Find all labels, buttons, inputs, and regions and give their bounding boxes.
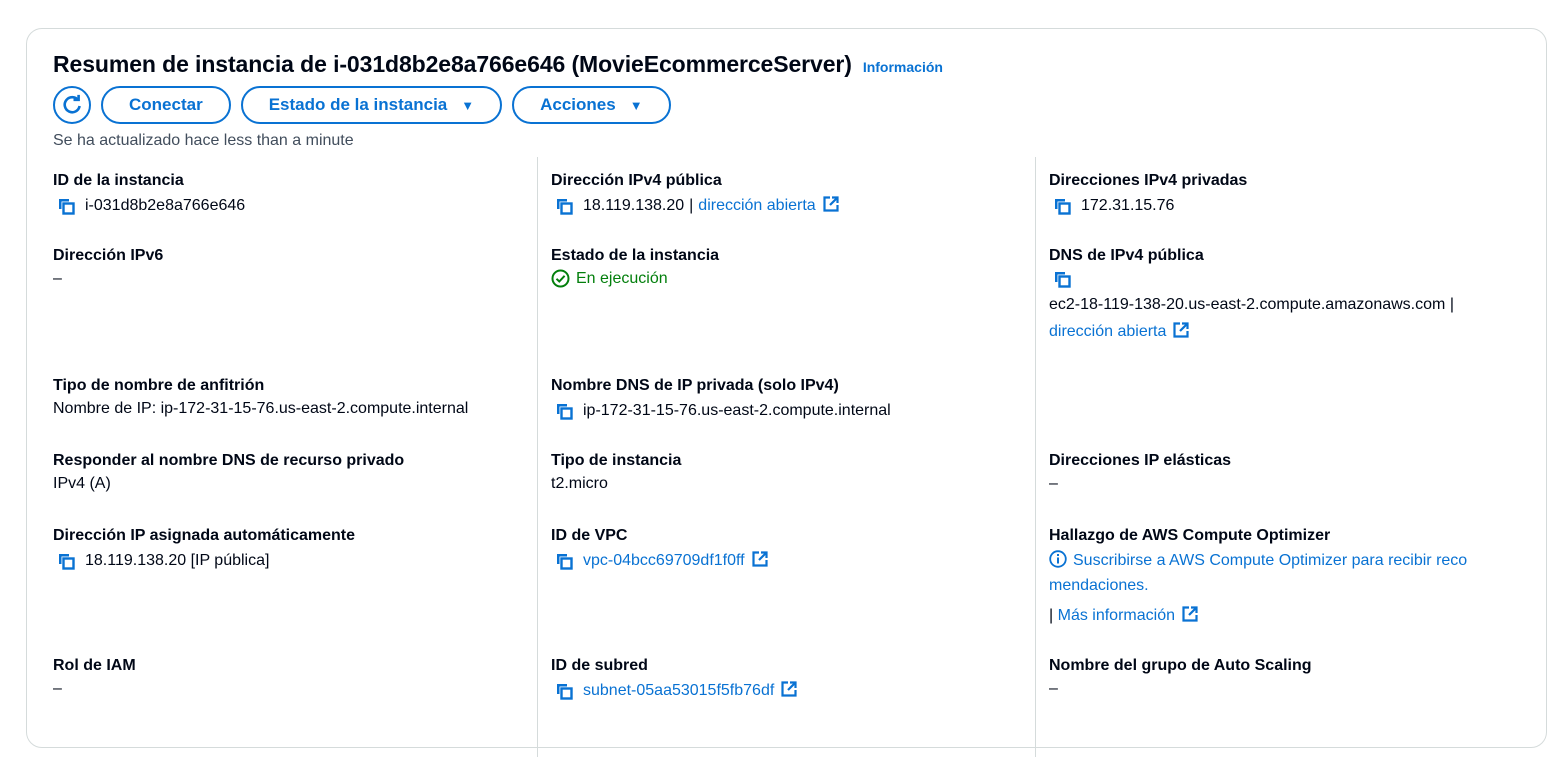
field-label: Estado de la instancia: [551, 247, 720, 264]
ipv6-value: –: [53, 270, 62, 287]
copy-icon[interactable]: [55, 195, 77, 217]
external-link-icon: [751, 550, 769, 568]
caret-down-icon: ▼: [461, 97, 475, 113]
instance-state-dropdown-label: Estado de la instancia: [268, 95, 448, 114]
open-address-link-label: dirección abierta: [1049, 323, 1167, 340]
open-address-link[interactable]: dirección abierta: [698, 193, 839, 218]
field-label: Direcciones IPv4 privadas: [1049, 172, 1248, 189]
copy-icon[interactable]: [553, 550, 575, 572]
field-label: Tipo de instancia: [551, 452, 682, 469]
public-dns-value: ec2-18-119-138-20.us-east-2.compute.amaz…: [1049, 296, 1446, 313]
instance-state-dropdown[interactable]: Estado de la instancia ▼: [240, 86, 503, 124]
field-ipv6: Dirección IPv6 –: [53, 246, 533, 291]
field-label: ID de la instancia: [53, 172, 184, 189]
subnet-id-link-label: subnet-05aa53015f5fb76df: [583, 682, 775, 699]
copy-icon[interactable]: [553, 680, 575, 702]
field-dns-answer: Responder al nombre DNS de recurso priva…: [53, 451, 533, 496]
field-label: Hallazgo de AWS Compute Optimizer: [1049, 527, 1331, 544]
field-instance-state: Estado de la instancia En ejecución: [551, 246, 1031, 291]
external-link-icon: [780, 680, 798, 698]
separator: |: [689, 197, 694, 214]
elastic-ip-value: –: [1049, 475, 1058, 492]
field-auto-assigned-ip: Dirección IP asignada automáticamente 18…: [53, 526, 533, 573]
connect-button[interactable]: Conectar: [101, 86, 231, 124]
actions-dropdown-label: Acciones: [540, 95, 616, 114]
field-vpc-id: ID de VPC vpc-04bcc69709df1f0ff: [551, 526, 1031, 573]
vpc-id-link[interactable]: vpc-04bcc69709df1f0ff: [583, 548, 769, 573]
copy-icon[interactable]: [1051, 268, 1073, 290]
toolbar: Conectar Estado de la instancia ▼ Accion…: [53, 86, 681, 124]
more-info-link-label: Más información: [1057, 607, 1175, 624]
open-address-link-label: dirección abierta: [698, 197, 816, 214]
copy-icon[interactable]: [1051, 195, 1073, 217]
field-private-ipv4: Direcciones IPv4 privadas 172.31.15.76: [1049, 171, 1529, 218]
public-ipv4-value: 18.119.138.20: [583, 197, 685, 214]
separator: |: [1049, 607, 1054, 624]
open-address-link[interactable]: dirección abierta: [1049, 323, 1190, 340]
refresh-icon: [63, 94, 81, 114]
copy-icon[interactable]: [553, 195, 575, 217]
field-compute-optimizer: Hallazgo de AWS Compute Optimizer Suscri…: [1049, 526, 1529, 628]
field-label: Dirección IPv4 pública: [551, 172, 722, 189]
last-updated-text: Se ha actualizado hace less than a minut…: [53, 132, 354, 149]
iam-role-value: –: [53, 680, 62, 697]
info-circle-icon: [1049, 550, 1067, 568]
info-link[interactable]: Información: [863, 59, 943, 75]
check-circle-icon: [551, 269, 570, 288]
more-info-link[interactable]: Más información: [1058, 607, 1199, 624]
column-divider: [1035, 157, 1036, 757]
field-elastic-ip: Direcciones IP elásticas –: [1049, 451, 1529, 496]
field-label: Tipo de nombre de anfitrión: [53, 377, 265, 394]
field-label: Rol de IAM: [53, 657, 136, 674]
hostname-type-value: Nombre de IP: ip-172-31-15-76.us-east-2.…: [53, 400, 469, 417]
subscribe-optimizer-line2[interactable]: mendaciones.: [1049, 573, 1529, 598]
field-label: Responder al nombre DNS de recurso priva…: [53, 452, 405, 469]
field-label: DNS de IPv4 pública: [1049, 247, 1204, 264]
auto-ip-value: 18.119.138.20 [IP pública]: [85, 552, 270, 569]
subscribe-optimizer-link[interactable]: Suscribirse a AWS Compute Optimizer para…: [1049, 548, 1529, 573]
copy-icon[interactable]: [553, 400, 575, 422]
refresh-button[interactable]: [53, 86, 91, 124]
separator: |: [1449, 296, 1454, 313]
field-label: ID de subred: [551, 657, 648, 674]
field-auto-scaling-group: Nombre del grupo de Auto Scaling –: [1049, 656, 1529, 701]
field-iam-role: Rol de IAM –: [53, 656, 533, 701]
field-public-dns: DNS de IPv4 pública ec2-18-119-138-20.us…: [1049, 246, 1529, 344]
asg-name-value: –: [1049, 680, 1058, 697]
actions-dropdown[interactable]: Acciones ▼: [512, 86, 671, 124]
field-label: Dirección IP asignada automáticamente: [53, 527, 356, 544]
field-subnet-id: ID de subred subnet-05aa53015f5fb76df: [551, 656, 1031, 703]
field-instance-id: ID de la instancia i-031d8b2e8a766e646: [53, 171, 533, 218]
field-instance-type: Tipo de instancia t2.micro: [551, 451, 1031, 496]
field-label: Nombre del grupo de Auto Scaling: [1049, 657, 1312, 674]
copy-icon[interactable]: [55, 550, 77, 572]
field-public-ipv4: Dirección IPv4 pública 18.119.138.20 | d…: [551, 171, 1031, 218]
field-label: Nombre DNS de IP privada (solo IPv4): [551, 377, 839, 394]
field-label: Dirección IPv6: [53, 247, 164, 264]
instance-summary-card: Resumen de instancia de i-031d8b2e8a766e…: [26, 28, 1547, 757]
vpc-id-link-label: vpc-04bcc69709df1f0ff: [583, 552, 745, 569]
caret-down-icon: ▼: [629, 97, 643, 113]
field-private-dns: Nombre DNS de IP privada (solo IPv4) ip-…: [551, 376, 1031, 423]
instance-type-value: t2.micro: [551, 475, 608, 492]
field-hostname-type: Tipo de nombre de anfitrión Nombre de IP…: [53, 376, 533, 421]
connect-button-label: Conectar: [129, 95, 203, 114]
external-link-icon: [822, 195, 840, 213]
field-label: Direcciones IP elásticas: [1049, 452, 1232, 469]
instance-state-value: En ejecución: [576, 270, 668, 287]
private-ipv4-value: 172.31.15.76: [1081, 197, 1175, 214]
external-link-icon: [1172, 321, 1190, 339]
subscribe-optimizer-line1: Suscribirse a AWS Compute Optimizer para…: [1073, 552, 1468, 569]
column-divider: [537, 157, 538, 757]
field-label: ID de VPC: [551, 527, 628, 544]
instance-id-value: i-031d8b2e8a766e646: [85, 197, 246, 214]
private-dns-value: ip-172-31-15-76.us-east-2.compute.intern…: [583, 402, 891, 419]
header: Resumen de instancia de i-031d8b2e8a766e…: [53, 51, 943, 78]
subnet-id-link[interactable]: subnet-05aa53015f5fb76df: [583, 678, 798, 703]
external-link-icon: [1181, 605, 1199, 623]
page-title: Resumen de instancia de i-031d8b2e8a766e…: [53, 51, 852, 77]
dns-answer-value: IPv4 (A): [53, 475, 111, 492]
